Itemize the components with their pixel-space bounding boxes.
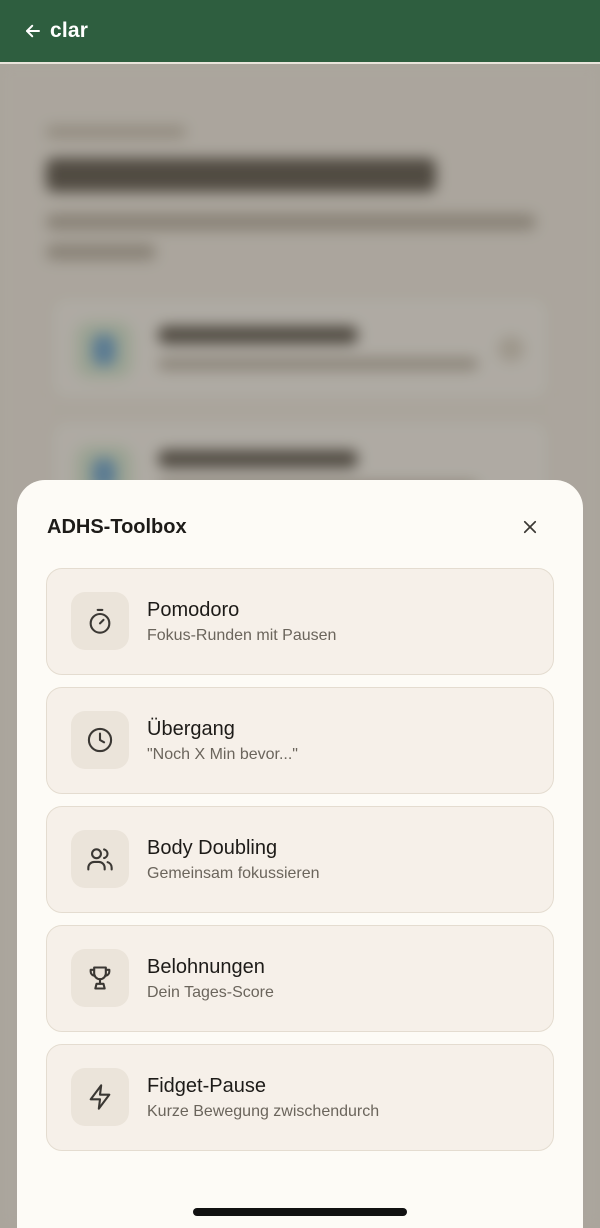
tool-icon-tile bbox=[71, 592, 129, 650]
close-icon bbox=[523, 520, 537, 534]
tool-text: Übergang "Noch X Min bevor..." bbox=[147, 717, 298, 765]
tool-title: Body Doubling bbox=[147, 837, 278, 859]
tool-item-body-doubling[interactable]: Body Doubling Gemeinsam fokussieren bbox=[46, 806, 554, 913]
tool-text: Body Doubling Gemeinsam fokussieren bbox=[147, 836, 320, 884]
clock-icon bbox=[87, 727, 113, 753]
timer-icon bbox=[89, 608, 111, 634]
home-indicator bbox=[193, 1208, 407, 1216]
tool-title: Belohnungen bbox=[147, 956, 265, 978]
tool-item-fidget-pause[interactable]: Fidget-Pause Kurze Bewegung zwischendurc… bbox=[46, 1044, 554, 1151]
sheet-header: ADHS-Toolbox bbox=[17, 480, 583, 568]
tool-subtitle: Fokus-Runden mit Pausen bbox=[147, 627, 337, 644]
zap-icon bbox=[89, 1084, 111, 1110]
tool-item-pomodoro[interactable]: Pomodoro Fokus-Runden mit Pausen bbox=[46, 568, 554, 675]
back-button[interactable]: clar bbox=[24, 19, 88, 43]
tool-icon-tile bbox=[71, 830, 129, 888]
toolbox-sheet: ADHS-Toolbox Pomodoro Fokus-Runden mit P… bbox=[17, 480, 583, 1228]
tool-subtitle: "Noch X Min bevor..." bbox=[147, 746, 298, 763]
tool-icon-tile bbox=[71, 711, 129, 769]
tool-text: Fidget-Pause Kurze Bewegung zwischendurc… bbox=[147, 1074, 379, 1122]
tool-text: Belohnungen Dein Tages-Score bbox=[147, 955, 274, 1003]
arrow-left-icon bbox=[26, 24, 40, 38]
tool-item-belohnungen[interactable]: Belohnungen Dein Tages-Score bbox=[46, 925, 554, 1032]
tool-subtitle: Gemeinsam fokussieren bbox=[147, 865, 320, 882]
tool-title: Pomodoro bbox=[147, 599, 240, 621]
trophy-icon bbox=[89, 966, 111, 990]
close-button[interactable] bbox=[513, 510, 547, 544]
tool-text: Pomodoro Fokus-Runden mit Pausen bbox=[147, 598, 336, 646]
tool-subtitle: Kurze Bewegung zwischendurch bbox=[147, 1103, 380, 1120]
back-label: clar bbox=[50, 19, 89, 42]
tool-icon-tile bbox=[71, 949, 129, 1007]
tool-item-uebergang[interactable]: Übergang "Noch X Min bevor..." bbox=[46, 687, 554, 794]
users-icon bbox=[87, 848, 113, 871]
sheet-title: ADHS-Toolbox bbox=[47, 516, 187, 538]
tool-list: Pomodoro Fokus-Runden mit Pausen Übergan… bbox=[46, 568, 554, 1163]
tool-title: Fidget-Pause bbox=[147, 1075, 266, 1097]
tool-subtitle: Dein Tages-Score bbox=[147, 984, 274, 1001]
app-bar: clar bbox=[0, 0, 600, 62]
tool-title: Übergang bbox=[147, 718, 235, 740]
tool-icon-tile bbox=[71, 1068, 129, 1126]
app-bar-divider bbox=[0, 62, 600, 64]
